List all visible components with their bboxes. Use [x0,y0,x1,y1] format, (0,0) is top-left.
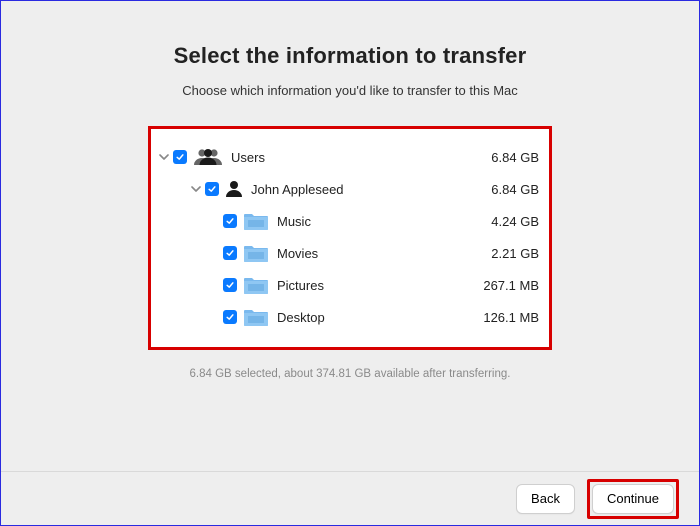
row-size: 6.84 GB [459,150,539,165]
row-size: 267.1 MB [459,278,539,293]
checkbox-item[interactable] [223,278,237,292]
chevron-down-icon[interactable] [159,152,169,162]
row-label: Desktop [277,310,459,325]
checkbox-item[interactable] [223,214,237,228]
tree-row-user[interactable]: John Appleseed 6.84 GB [159,173,539,205]
page-subtitle: Choose which information you'd like to t… [1,83,699,98]
row-size: 126.1 MB [459,310,539,325]
user-silhouette-icon [225,180,243,198]
tree-row-users[interactable]: Users 6.84 GB [159,141,539,173]
folder-icon [243,242,269,264]
footer: Back Continue [1,471,699,525]
continue-highlight: Continue [587,479,679,519]
transfer-list-panel: Users 6.84 GB John Appleseed 6.84 GB Mus… [148,126,552,350]
row-label: Users [231,150,459,165]
continue-button[interactable]: Continue [592,484,674,514]
page-title: Select the information to transfer [1,43,699,69]
checkbox-users[interactable] [173,150,187,164]
status-text: 6.84 GB selected, about 374.81 GB availa… [1,368,699,380]
chevron-down-icon[interactable] [191,184,201,194]
row-label: Music [277,214,459,229]
tree-row-item[interactable]: Movies 2.21 GB [159,237,539,269]
folder-icon [243,306,269,328]
row-size: 4.24 GB [459,214,539,229]
checkbox-item[interactable] [223,310,237,324]
tree-row-item[interactable]: Music 4.24 GB [159,205,539,237]
row-size: 2.21 GB [459,246,539,261]
folder-icon [243,274,269,296]
checkbox-user[interactable] [205,182,219,196]
folder-icon [243,210,269,232]
row-label: John Appleseed [251,182,459,197]
tree-row-item[interactable]: Desktop 126.1 MB [159,301,539,333]
back-button[interactable]: Back [516,484,575,514]
tree-row-item[interactable]: Pictures 267.1 MB [159,269,539,301]
row-label: Pictures [277,278,459,293]
row-label: Movies [277,246,459,261]
row-size: 6.84 GB [459,182,539,197]
users-group-icon [193,148,223,166]
checkbox-item[interactable] [223,246,237,260]
